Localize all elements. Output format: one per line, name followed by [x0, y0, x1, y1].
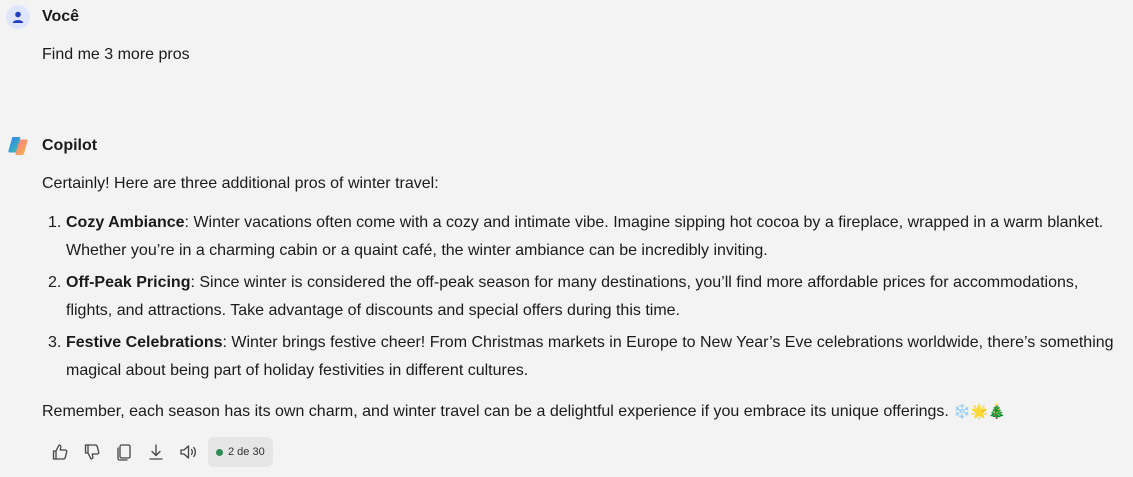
list-item: 3. Festive Celebrations: Winter brings f…	[48, 329, 1119, 385]
like-button[interactable]	[44, 436, 76, 468]
list-item-title: Cozy Ambiance	[66, 214, 185, 231]
copilot-outro-text: Remember, each season has its own charm,…	[42, 397, 1119, 426]
pros-list: 1. Cozy Ambiance: Winter vacations often…	[42, 209, 1119, 389]
read-aloud-button[interactable]	[172, 436, 204, 468]
copilot-header	[6, 134, 30, 158]
response-counter-text: 2 de 30	[228, 446, 265, 458]
user-header	[6, 5, 30, 29]
speaker-icon	[180, 445, 196, 459]
list-item-number: 2.	[48, 274, 62, 291]
thumbs-up-icon	[52, 444, 68, 460]
status-dot-icon	[216, 448, 223, 456]
message-toolbar: 2 de 30	[44, 436, 273, 468]
download-button[interactable]	[140, 436, 172, 468]
copilot-logo-icon	[6, 134, 30, 158]
user-avatar-icon	[6, 5, 30, 29]
list-item: 1. Cozy Ambiance: Winter vacations often…	[48, 209, 1119, 265]
copilot-sender-name: Copilot	[42, 137, 98, 154]
list-item-text: : Winter vacations often come with a coz…	[66, 214, 1104, 259]
list-item-text: : Winter brings festive cheer! From Chri…	[66, 334, 1114, 379]
user-message-text: Find me 3 more pros	[42, 46, 190, 63]
copy-button[interactable]	[108, 436, 140, 468]
list-item: 2. Off-Peak Pricing: Since winter is con…	[48, 269, 1119, 325]
list-item-title: Festive Celebrations	[66, 334, 223, 351]
dislike-button[interactable]	[76, 436, 108, 468]
user-sender-name: Você	[42, 8, 80, 25]
outro-text: Remember, each season has its own charm,…	[42, 403, 954, 420]
list-item-number: 3.	[48, 334, 62, 351]
response-counter-badge: 2 de 30	[208, 437, 273, 467]
list-item-text: : Since winter is considered the off-pea…	[66, 274, 1079, 319]
copy-icon	[117, 444, 131, 461]
thumbs-down-icon	[84, 444, 100, 460]
list-item-number: 1.	[48, 214, 62, 231]
list-item-title: Off-Peak Pricing	[66, 274, 191, 291]
download-icon	[149, 444, 163, 460]
emoji-snowflake-star-tree: ❄️🌟🎄	[953, 403, 1006, 419]
copilot-intro-text: Certainly! Here are three additional pro…	[42, 175, 439, 192]
